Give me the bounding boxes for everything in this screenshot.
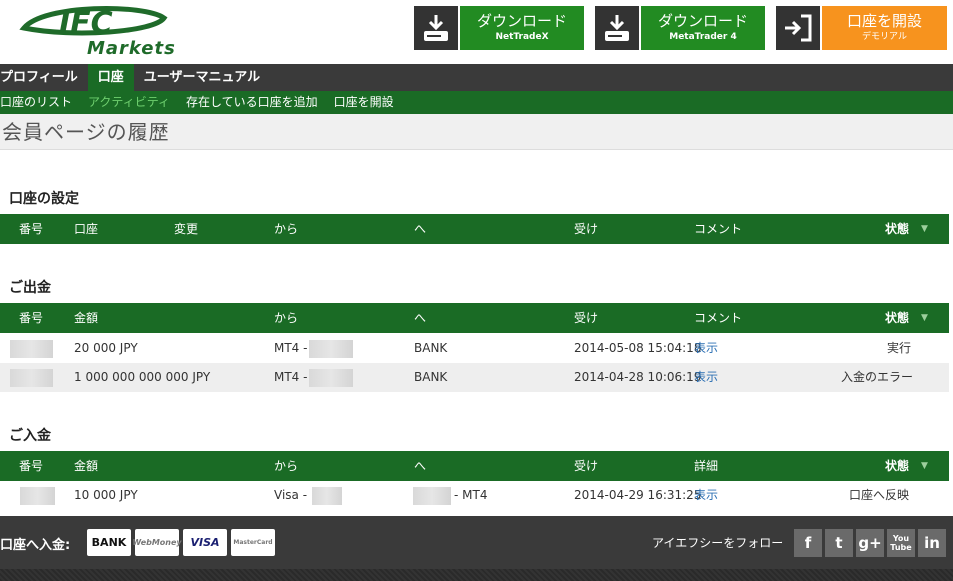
sort-caret-icon[interactable]: ▼ bbox=[921, 303, 928, 333]
signin-icon bbox=[776, 6, 820, 50]
demo-real-label: デモリアル bbox=[862, 32, 907, 42]
col-detail: 詳細 bbox=[694, 459, 719, 473]
col-to: へ bbox=[414, 311, 427, 325]
withdrawals-header: 番号 金額 から へ 受け コメント 状態 ▼ bbox=[0, 303, 949, 333]
received-date: 2014-05-08 15:04:18 bbox=[574, 341, 702, 355]
platform-label: NetTradeX bbox=[495, 32, 549, 42]
col-number: 番号 bbox=[19, 459, 44, 473]
redacted-account bbox=[413, 487, 451, 505]
linkedin-icon[interactable]: in bbox=[918, 529, 946, 557]
download-nettradex-button[interactable]: ダウンロード NetTradeX bbox=[414, 6, 584, 50]
page-title: 会員ページの履歴 bbox=[0, 114, 953, 150]
status: 口座へ反映 bbox=[849, 488, 910, 502]
youtube-icon[interactable]: You Tube bbox=[887, 529, 915, 557]
col-number: 番号 bbox=[19, 311, 44, 325]
view-comment-link[interactable]: 表示 bbox=[694, 334, 718, 363]
redacted-number bbox=[10, 340, 53, 358]
col-from: から bbox=[274, 459, 299, 473]
subnav-item-open-account[interactable]: 口座を開設 bbox=[326, 91, 402, 114]
withdrawals-title: ご出金 bbox=[9, 280, 51, 296]
header: IFC Markets ダウンロード NetTradeX ダウンロード Meta… bbox=[0, 0, 953, 64]
col-status-sort[interactable]: 状態 bbox=[885, 451, 909, 481]
webmoney-payment-icon[interactable]: WebMoney bbox=[132, 529, 182, 556]
table-row: 10 000 JPY Visa - - MT4 2014-04-29 16:31… bbox=[0, 481, 949, 510]
col-change: 変更 bbox=[174, 222, 199, 236]
deposit-methods-label: 口座へ入金: bbox=[0, 538, 71, 553]
deposits-header: 番号 金額 から へ 受け 詳細 状態 ▼ bbox=[0, 451, 949, 481]
col-status-sort[interactable]: 状態 bbox=[885, 303, 909, 333]
logo-mark: IFC bbox=[19, 6, 168, 41]
download-label: ダウンロード bbox=[476, 12, 567, 30]
main-nav: プロフィール 口座 ユーザーマニュアル bbox=[0, 64, 953, 91]
footer: 口座へ入金: BANK WebMoney VISA MasterCard アイエ… bbox=[0, 516, 953, 569]
twitter-icon[interactable]: t bbox=[825, 529, 853, 557]
view-detail-link[interactable]: 表示 bbox=[694, 481, 718, 510]
open-account-label: 口座を開設 bbox=[846, 12, 922, 30]
received-date: 2014-04-28 10:06:19 bbox=[574, 370, 702, 384]
redacted-account bbox=[309, 340, 353, 358]
col-amount: 金額 bbox=[74, 459, 99, 473]
col-received: 受け bbox=[574, 222, 599, 236]
from-account: MT4 - bbox=[274, 341, 308, 355]
account-settings-header: 番号 口座 変更 から へ 受け コメント 状態 ▼ bbox=[0, 214, 949, 244]
sub-nav: 口座のリスト アクティビティ 存在している口座を追加 口座を開設 bbox=[0, 91, 953, 114]
download-metatrader-button[interactable]: ダウンロード MetaTrader 4 bbox=[595, 6, 765, 50]
nav-item-user-manual[interactable]: ユーザーマニュアル bbox=[134, 64, 270, 91]
visa-payment-icon[interactable]: VISA bbox=[183, 529, 227, 556]
col-comment: コメント bbox=[694, 311, 743, 325]
status: 実行 bbox=[887, 341, 912, 355]
view-comment-link[interactable]: 表示 bbox=[694, 363, 718, 392]
deposits-title: ご入金 bbox=[9, 428, 51, 444]
col-status-sort[interactable]: 状態 bbox=[885, 214, 909, 244]
table-row: 20 000 JPY MT4 - BANK 2014-05-08 15:04:1… bbox=[0, 334, 949, 363]
google-plus-icon[interactable]: g+ bbox=[856, 529, 884, 557]
account-settings-title: 口座の設定 bbox=[9, 191, 79, 207]
platform-label: MetaTrader 4 bbox=[669, 32, 737, 42]
col-from: から bbox=[274, 311, 299, 325]
amount: 10 000 JPY bbox=[74, 488, 138, 502]
from-account: Visa - bbox=[274, 488, 308, 502]
facebook-icon[interactable]: f bbox=[794, 529, 822, 557]
received-date: 2014-04-29 16:31:25 bbox=[574, 488, 702, 502]
nav-item-profile[interactable]: プロフィール bbox=[0, 64, 88, 91]
status: 入金のエラー bbox=[841, 370, 914, 384]
col-amount: 金額 bbox=[74, 311, 99, 325]
nav-item-account[interactable]: 口座 bbox=[87, 64, 134, 91]
follow-label: アイエフシーをフォロー bbox=[652, 536, 784, 550]
ifc-markets-logo[interactable]: IFC Markets bbox=[14, 2, 184, 60]
bank-payment-icon[interactable]: BANK bbox=[87, 529, 131, 556]
logo-text: Markets bbox=[87, 38, 176, 59]
download-label: ダウンロード bbox=[657, 12, 748, 30]
amount: 1 000 000 000 000 JPY bbox=[74, 370, 211, 384]
to-account: BANK bbox=[414, 370, 448, 384]
table-row: 1 000 000 000 000 JPY MT4 - BANK 2014-04… bbox=[0, 363, 949, 392]
sort-caret-icon[interactable]: ▼ bbox=[921, 451, 928, 481]
redacted-account bbox=[309, 369, 353, 387]
col-received: 受け bbox=[574, 459, 599, 473]
to-account: - MT4 bbox=[454, 488, 488, 502]
amount: 20 000 JPY bbox=[74, 341, 138, 355]
to-account: BANK bbox=[414, 341, 448, 355]
redacted-card bbox=[312, 487, 342, 505]
download-icon bbox=[414, 6, 458, 50]
col-account: 口座 bbox=[74, 222, 99, 236]
subnav-item-account-list[interactable]: 口座のリスト bbox=[0, 91, 80, 114]
col-to: へ bbox=[414, 222, 427, 236]
bottom-bar bbox=[0, 569, 953, 581]
mastercard-payment-icon[interactable]: MasterCard bbox=[231, 529, 275, 556]
redacted-number bbox=[10, 369, 53, 387]
open-account-button[interactable]: 口座を開設 デモリアル bbox=[776, 6, 947, 50]
col-from: から bbox=[274, 222, 299, 236]
subnav-item-activity[interactable]: アクティビティ bbox=[80, 91, 178, 114]
col-number: 番号 bbox=[19, 222, 44, 236]
redacted-number bbox=[20, 487, 55, 505]
col-comment: コメント bbox=[694, 222, 743, 236]
col-received: 受け bbox=[574, 311, 599, 325]
svg-text:IFC: IFC bbox=[59, 6, 113, 41]
sort-caret-icon[interactable]: ▼ bbox=[921, 214, 928, 244]
download-icon bbox=[595, 6, 639, 50]
subnav-item-add-existing-account[interactable]: 存在している口座を追加 bbox=[178, 91, 326, 114]
col-to: へ bbox=[414, 459, 427, 473]
from-account: MT4 - bbox=[274, 370, 308, 384]
